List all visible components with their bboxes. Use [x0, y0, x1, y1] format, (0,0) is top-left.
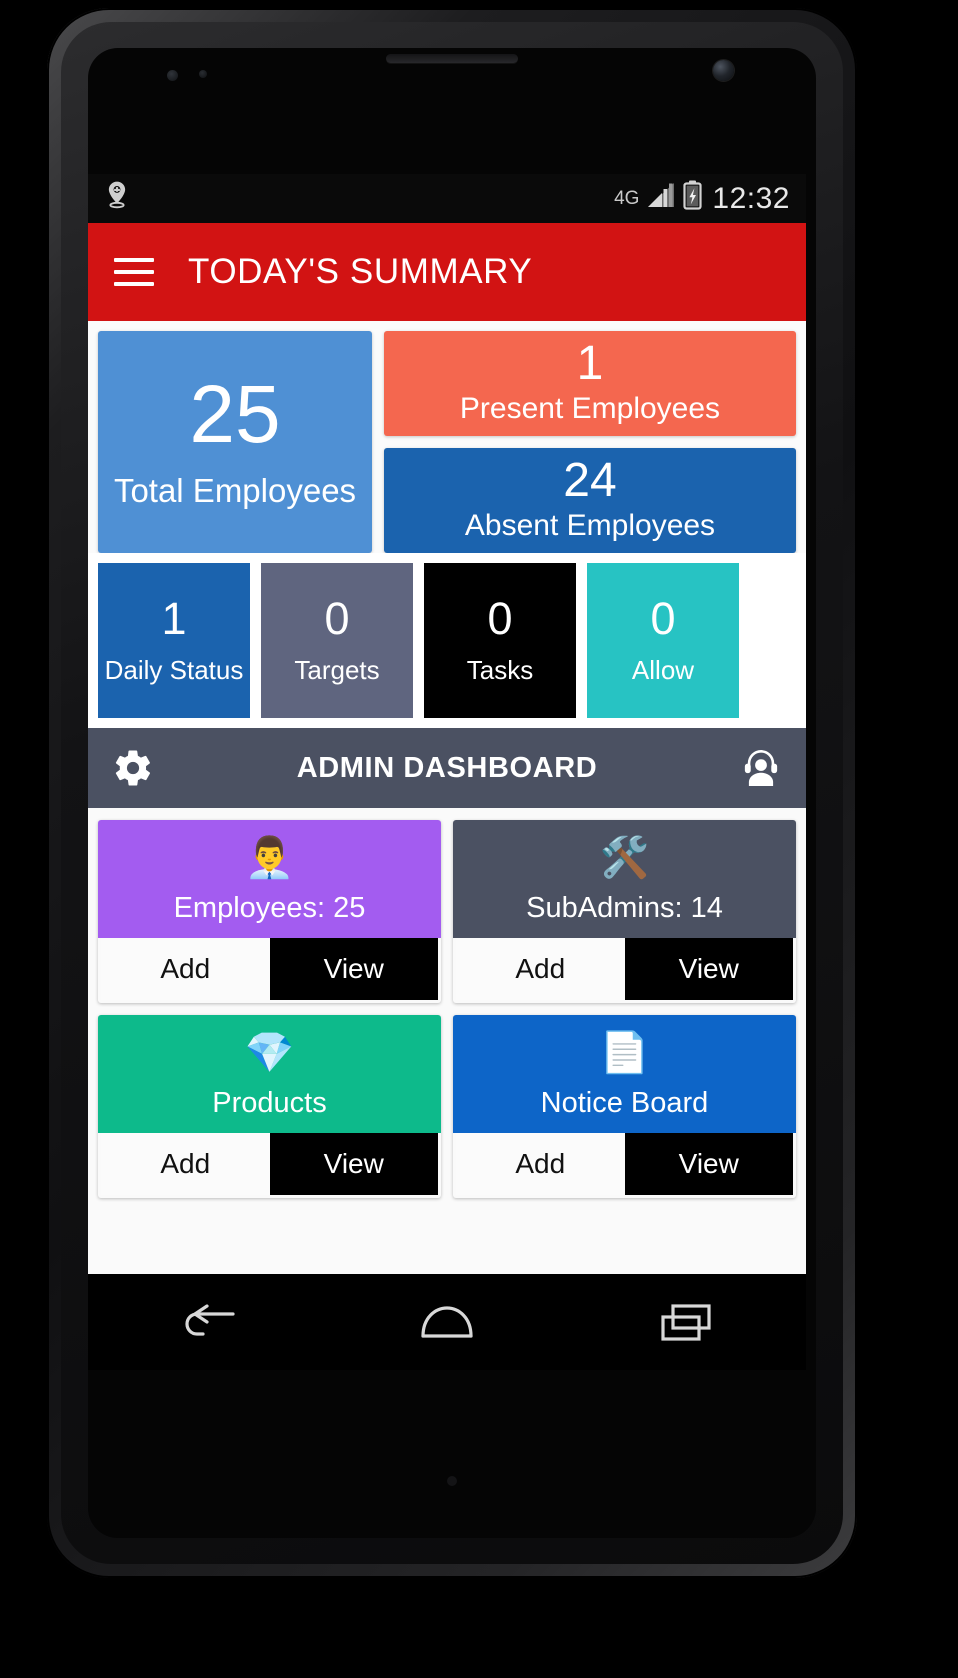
headset-support-icon[interactable]: [738, 746, 784, 790]
view-products-button[interactable]: View: [269, 1133, 438, 1195]
status-bar-clock: 12:32: [712, 181, 790, 215]
card-body: 💎 Products: [98, 1015, 441, 1133]
summary-right-column: 1 Present Employees 24 Absent Employees: [384, 331, 796, 553]
businessman-icon: 👨‍💼: [244, 835, 295, 880]
absent-employees-value: 24: [563, 454, 617, 508]
network-type-label: 4G: [614, 188, 640, 209]
mini-tiles-scroller[interactable]: 1 Daily Status 0 Targets 0 Tasks 0 Allow: [88, 553, 806, 728]
card-actions: Add View: [101, 938, 438, 1000]
admin-dashboard-bar: ADMIN DASHBOARD: [88, 728, 806, 808]
notification-led: [447, 1476, 457, 1486]
mini-tile-tasks[interactable]: 0 Tasks: [424, 563, 576, 718]
notice-board-icon: 📄: [599, 1030, 650, 1075]
stat-card-absent-employees[interactable]: 24 Absent Employees: [384, 448, 796, 553]
mini-tile-allowance[interactable]: 0 Allow: [587, 563, 739, 718]
mini-tile-label: Allow: [631, 654, 695, 685]
mini-tile-label: Daily Status: [104, 654, 244, 685]
app-bar: TODAY'S SUMMARY: [88, 223, 806, 321]
status-bar-right: 4G 12:32: [614, 180, 790, 217]
card-label: Products: [212, 1086, 327, 1119]
card-actions: Add View: [101, 1133, 438, 1195]
hamburger-menu-icon[interactable]: [114, 258, 154, 286]
recent-apps-icon[interactable]: [641, 1292, 731, 1352]
mini-tile-daily-status[interactable]: 1 Daily Status: [98, 563, 250, 718]
add-product-button[interactable]: Add: [101, 1133, 270, 1195]
add-subadmin-button[interactable]: Add: [456, 938, 625, 1000]
proximity-sensor: [167, 70, 178, 81]
stat-card-total-employees[interactable]: 25 Total Employees: [98, 331, 372, 553]
earpiece-speaker: [386, 54, 518, 63]
total-employees-value: 25: [189, 369, 281, 461]
gear-wrench-icon: 🛠️: [599, 835, 650, 880]
view-employees-button[interactable]: View: [269, 938, 438, 1000]
present-employees-value: 1: [576, 337, 604, 391]
back-arrow-icon[interactable]: [163, 1292, 253, 1352]
card-body: 👨‍💼 Employees: 25: [98, 820, 441, 938]
summary-section: 25 Total Employees 1 Present Employees 2…: [88, 321, 806, 553]
view-subadmins-button[interactable]: View: [624, 938, 793, 1000]
battery-charging-icon: [683, 180, 703, 217]
home-icon[interactable]: [402, 1292, 492, 1352]
dashboard-card-subadmins[interactable]: 🛠️ SubAdmins: 14 Add View: [453, 820, 796, 1003]
admin-dashboard-title: ADMIN DASHBOARD: [296, 751, 598, 784]
phone-screen: 4G 12:32 TODAY'S SUMMARY 25 Total Employ…: [88, 174, 806, 1370]
status-bar: 4G 12:32: [88, 174, 806, 223]
mini-tile-label: Targets: [294, 654, 380, 685]
card-label: Employees: 25: [173, 891, 366, 924]
android-navigation-bar: [88, 1274, 806, 1370]
summary-tiles-row: 25 Total Employees 1 Present Employees 2…: [98, 331, 796, 553]
dashboard-card-employees[interactable]: 👨‍💼 Employees: 25 Add View: [98, 820, 441, 1003]
signal-bars-icon: [646, 181, 676, 216]
card-body: 📄 Notice Board: [453, 1015, 796, 1133]
absent-employees-label: Absent Employees: [464, 509, 716, 543]
dashboard-card-grid: 👨‍💼 Employees: 25 Add View 🛠️ SubAdmins:…: [88, 808, 806, 1210]
chevron-right-icon[interactable]: [761, 621, 801, 661]
dashboard-card-notice-board[interactable]: 📄 Notice Board Add View: [453, 1015, 796, 1198]
mini-tiles-row: 1 Daily Status 0 Targets 0 Tasks 0 Allow: [98, 563, 806, 718]
present-employees-label: Present Employees: [459, 392, 721, 426]
product-gift-hand-icon: 💎: [244, 1030, 295, 1075]
gear-icon[interactable]: [110, 747, 156, 789]
add-notice-button[interactable]: Add: [456, 1133, 625, 1195]
stat-card-present-employees[interactable]: 1 Present Employees: [384, 331, 796, 436]
mini-tile-value: 0: [324, 592, 350, 644]
add-employee-button[interactable]: Add: [101, 938, 270, 1000]
card-actions: Add View: [456, 938, 793, 1000]
card-body: 🛠️ SubAdmins: 14: [453, 820, 796, 938]
mini-tile-value: 0: [487, 592, 513, 644]
location-pin-icon: [104, 180, 130, 217]
card-actions: Add View: [456, 1133, 793, 1195]
card-label: Notice Board: [540, 1086, 709, 1119]
view-notices-button[interactable]: View: [624, 1133, 793, 1195]
dashboard-card-products[interactable]: 💎 Products Add View: [98, 1015, 441, 1198]
front-camera: [713, 60, 734, 81]
ambient-light-sensor: [199, 70, 207, 78]
mini-tile-targets[interactable]: 0 Targets: [261, 563, 413, 718]
card-label: SubAdmins: 14: [526, 891, 723, 924]
total-employees-label: Total Employees: [113, 472, 357, 510]
mini-tile-value: 0: [650, 592, 676, 644]
mini-tile-label: Tasks: [466, 654, 534, 685]
page-title: TODAY'S SUMMARY: [188, 252, 533, 291]
mini-tile-value: 1: [161, 592, 187, 644]
status-bar-left: [104, 180, 614, 217]
